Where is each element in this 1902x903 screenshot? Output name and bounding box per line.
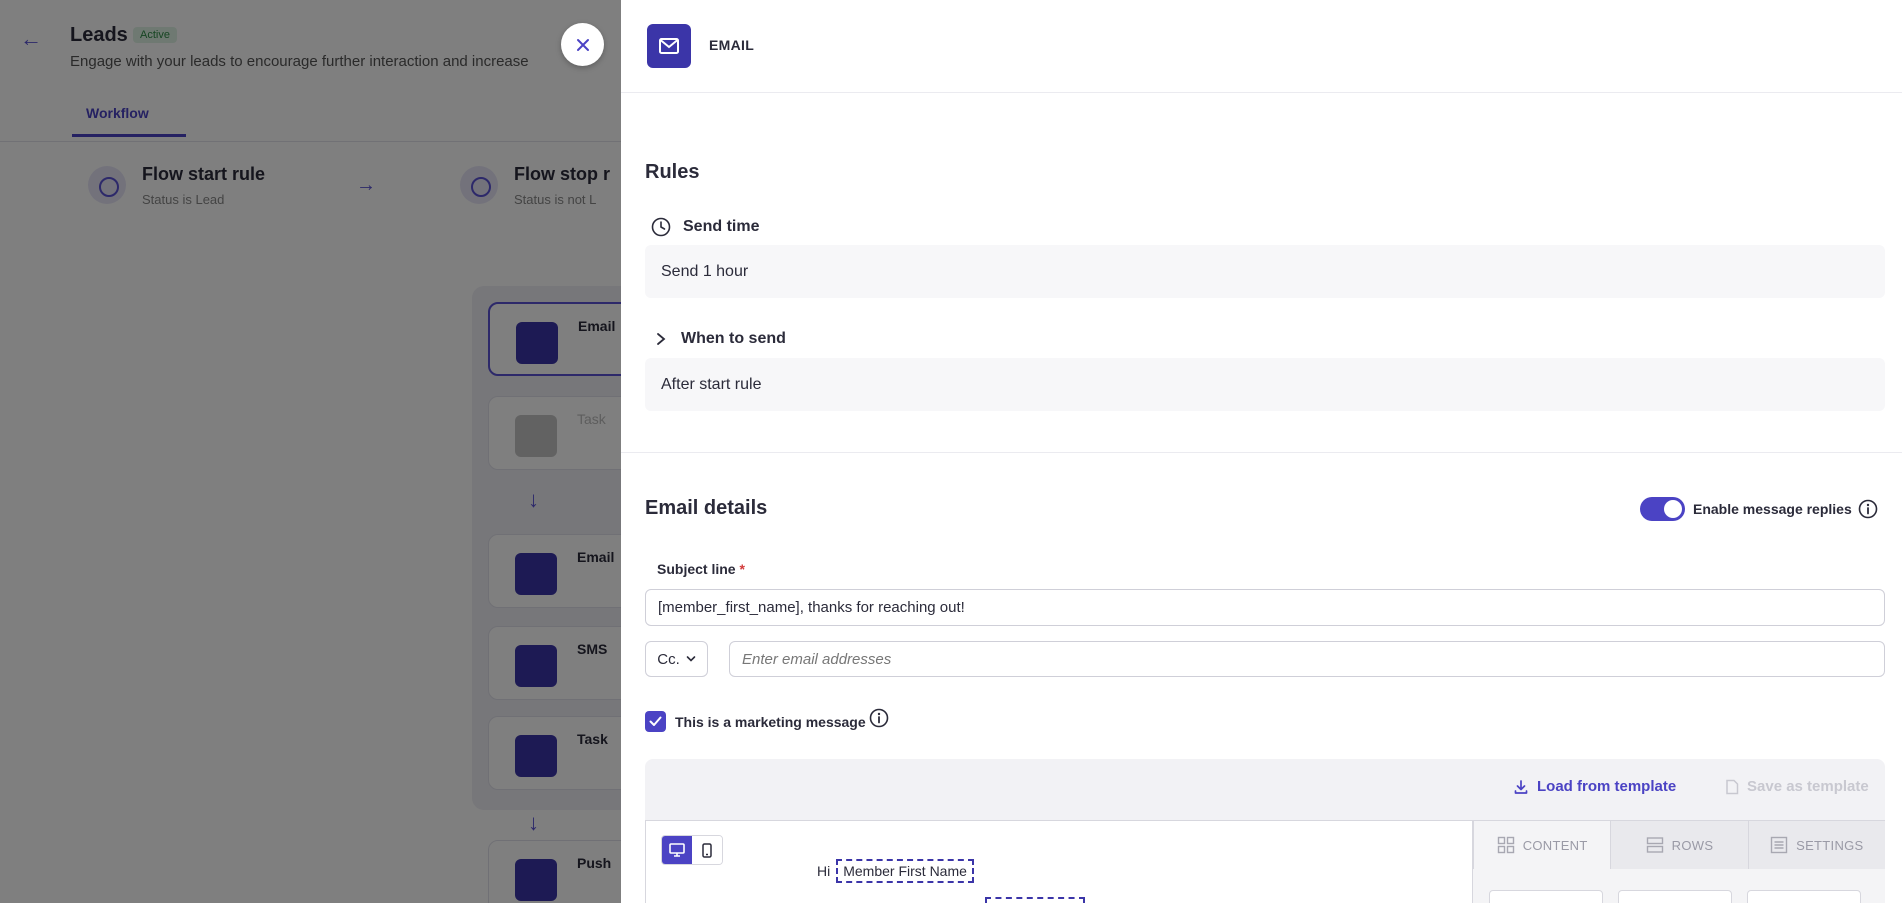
cc-select-value: Cc. (657, 650, 680, 668)
enable-replies-label: Enable message replies (1693, 501, 1852, 517)
content-block-item[interactable] (1489, 890, 1603, 903)
subject-label-text: Subject line (657, 561, 736, 577)
email-drawer: EMAIL Rules Send time Send 1 hour When t… (621, 0, 1902, 903)
merge-tag[interactable]: Member First Name (836, 859, 974, 883)
tab-settings[interactable]: SETTINGS (1747, 821, 1885, 869)
when-to-send-toggle[interactable]: When to send (655, 330, 786, 348)
email-details-heading: Email details (645, 497, 768, 519)
email-editor: Load from template Save as template Hi M… (645, 759, 1885, 903)
required-marker: * (739, 561, 745, 577)
when-to-send-value[interactable]: After start rule (645, 358, 1885, 411)
editor-side-panel: CONTENT ROWS SETTINGS (1473, 820, 1885, 903)
tab-content[interactable]: CONTENT (1473, 821, 1611, 869)
email-canvas[interactable]: Hi Member First Name (645, 820, 1473, 903)
send-time-value[interactable]: Send 1 hour (645, 245, 1885, 298)
cc-select[interactable]: Cc. (645, 641, 708, 677)
load-template-label: Load from template (1537, 778, 1677, 795)
tab-settings-label: SETTINGS (1796, 837, 1864, 853)
close-button[interactable] (561, 23, 604, 66)
when-to-send-value-text: After start rule (661, 375, 762, 393)
send-time-text: Send time (683, 218, 760, 235)
device-view-toggle (661, 835, 723, 865)
rows-icon (1646, 837, 1663, 853)
email-greeting[interactable]: Hi Member First Name (817, 859, 974, 883)
mail-icon (647, 24, 691, 68)
content-block-item[interactable] (1747, 890, 1861, 903)
clock-icon (651, 217, 671, 237)
content-block[interactable] (985, 897, 1085, 903)
drawer-title: EMAIL (709, 37, 755, 53)
tab-rows[interactable]: ROWS (1610, 821, 1748, 869)
load-from-template-button[interactable]: Load from template (1513, 778, 1676, 795)
tab-rows-label: ROWS (1671, 837, 1714, 853)
marketing-label: This is a marketing message (675, 714, 866, 730)
enable-replies-toggle[interactable] (1640, 497, 1685, 521)
info-icon[interactable] (869, 708, 889, 728)
send-time-value-text: Send 1 hour (661, 262, 749, 280)
grid-icon (1497, 836, 1514, 854)
greeting-text: Hi (817, 863, 831, 879)
chevron-down-icon (686, 656, 696, 662)
check-icon (649, 716, 662, 726)
content-block-item[interactable] (1618, 890, 1732, 903)
mobile-view-button[interactable] (692, 836, 722, 864)
email-addresses-input[interactable] (729, 641, 1885, 677)
desktop-view-button[interactable] (662, 836, 692, 864)
tab-content-label: CONTENT (1522, 837, 1588, 853)
chevron-right-icon (657, 333, 666, 345)
rules-heading: Rules (645, 161, 700, 183)
when-to-send-text: When to send (681, 330, 786, 347)
subject-input[interactable] (645, 589, 1885, 626)
subject-line-label: Subject line * (657, 561, 745, 577)
drawer-header: EMAIL (621, 0, 1902, 93)
marketing-checkbox[interactable] (645, 711, 666, 732)
settings-list-icon (1770, 836, 1788, 854)
mobile-icon (702, 842, 712, 858)
send-time-label: Send time (651, 217, 759, 237)
save-template-label: Save as template (1747, 778, 1869, 795)
info-icon[interactable] (1858, 499, 1878, 519)
download-icon (1514, 779, 1528, 794)
close-icon (576, 38, 589, 51)
file-icon (1726, 779, 1739, 794)
save-as-template-button[interactable]: Save as template (1725, 778, 1869, 795)
editor-side-tabs: CONTENT ROWS SETTINGS (1473, 821, 1885, 869)
section-divider (621, 452, 1902, 453)
desktop-icon (669, 843, 685, 857)
